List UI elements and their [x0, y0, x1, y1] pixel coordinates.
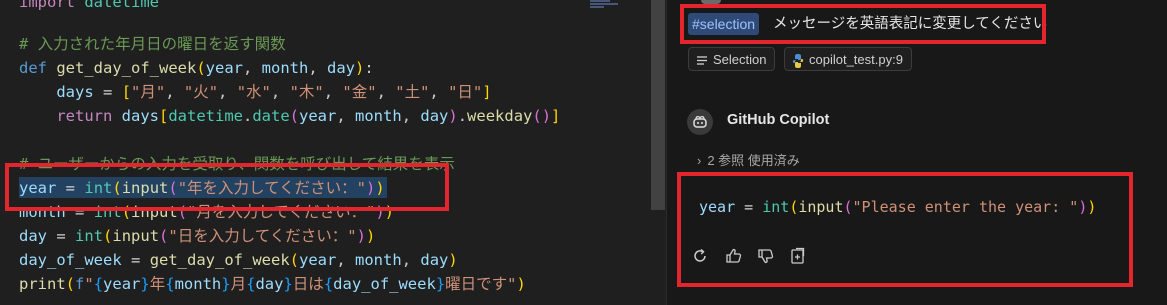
highlight-box-response: [677, 172, 1133, 287]
copilot-chat-panel: #selection メッセージを英語表記に変更してください Selection…: [667, 0, 1167, 305]
minimap[interactable]: [586, 0, 652, 305]
code-line-11: day = int(input("日を入力してください：")): [19, 227, 376, 245]
reference-chip-file[interactable]: copilot_test.py:9: [784, 47, 912, 71]
python-icon: [792, 48, 804, 80]
copilot-icon: [693, 115, 707, 128]
copilot-avatar: [687, 109, 713, 135]
code-line-3: # 入力された年月日の曜日を返す関数: [19, 35, 286, 53]
chevron-right-icon: ›: [697, 153, 702, 168]
code-line-5: days = ["月", "火", "水", "木", "金", "土", "日…: [56, 83, 492, 101]
code-line-4: def get_day_of_week(year, month, day):: [19, 59, 374, 77]
code-line-6: return days[datetime.date(year, month, d…: [56, 107, 561, 125]
code-line-1: import datetime: [19, 0, 159, 11]
editor-scrollbar[interactable]: [651, 0, 665, 210]
highlight-box-message: [680, 4, 1046, 44]
minimap-content: [590, 0, 620, 12]
list-icon: [696, 48, 708, 80]
code-editor[interactable]: import datetime # 入力された年月日の曜日を返す関数 def g…: [0, 0, 586, 305]
reference-label: Selection: [713, 52, 767, 67]
highlight-box-editor: [5, 163, 449, 211]
reference-label: copilot_test.py:9: [809, 52, 903, 67]
assistant-name: GitHub Copilot: [727, 112, 830, 128]
references-used-label: 2 参照 使用済み: [707, 153, 800, 168]
references-used-toggle[interactable]: › 2 参照 使用済み: [697, 150, 800, 169]
code-line-13: print(f"{year}年{month}月{day}日は{day_of_we…: [19, 275, 526, 293]
code-line-12: day_of_week = get_day_of_week(year, mont…: [19, 251, 458, 269]
reference-chip-selection[interactable]: Selection: [688, 47, 776, 71]
